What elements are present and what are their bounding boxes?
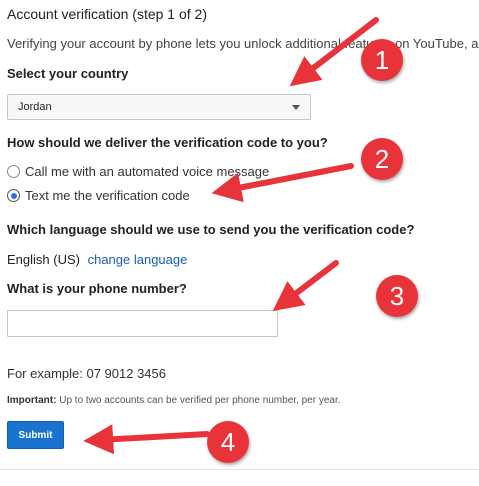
- chevron-down-icon: [292, 105, 300, 110]
- language-row: English (US) change language: [7, 252, 187, 267]
- arrow-3: [272, 260, 339, 312]
- callout-1: 1: [361, 39, 403, 81]
- radio-label-text: Text me the verification code: [25, 188, 190, 203]
- delivery-label: How should we deliver the verification c…: [7, 135, 328, 150]
- important-prefix: Important:: [7, 395, 57, 406]
- phone-number-input[interactable]: [7, 310, 278, 337]
- page-title: Account verification (step 1 of 2): [7, 6, 207, 22]
- arrow-4: [83, 424, 210, 455]
- important-note: Important: Up to two accounts can be ver…: [7, 395, 341, 406]
- language-label: Which language should we use to send you…: [7, 222, 415, 237]
- radio-button-voice[interactable]: [7, 165, 20, 178]
- callout-2: 2: [361, 138, 403, 180]
- change-language-link[interactable]: change language: [88, 252, 188, 267]
- country-selected-value: Jordan: [18, 101, 52, 113]
- phone-label: What is your phone number?: [7, 281, 187, 296]
- radio-button-text[interactable]: [7, 189, 20, 202]
- phone-example: For example: 07 9012 3456: [7, 366, 166, 381]
- country-label: Select your country: [7, 66, 129, 81]
- radio-label-voice: Call me with an automated voice message: [25, 164, 270, 179]
- page-description: Verifying your account by phone lets you…: [7, 36, 479, 51]
- country-select[interactable]: Jordan: [7, 94, 311, 120]
- radio-option-text[interactable]: Text me the verification code: [7, 188, 190, 203]
- callout-4: 4: [207, 421, 249, 463]
- footer-divider: [0, 469, 479, 470]
- submit-button[interactable]: Submit: [7, 421, 64, 449]
- important-text: Up to two accounts can be verified per p…: [56, 395, 341, 406]
- current-language: English (US): [7, 252, 80, 267]
- callout-3: 3: [376, 275, 418, 317]
- radio-option-voice[interactable]: Call me with an automated voice message: [7, 164, 269, 179]
